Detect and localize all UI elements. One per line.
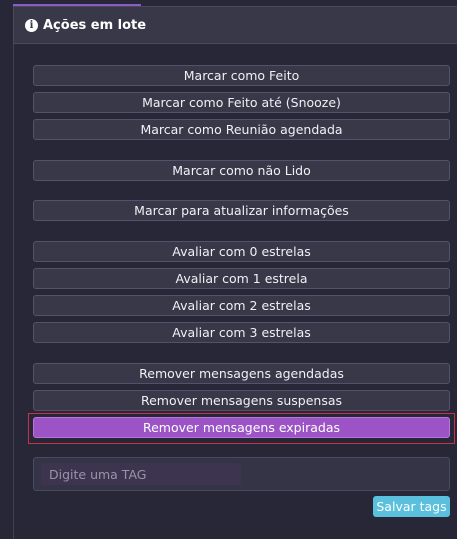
info-icon: i — [25, 18, 38, 32]
tag-input[interactable] — [41, 463, 241, 485]
mark-update-info-button[interactable]: Marcar para atualizar informações — [33, 200, 450, 221]
remove-scheduled-messages-button[interactable]: Remover mensagens agendadas — [33, 363, 450, 384]
panel-header: i Ações em lote — [13, 6, 457, 44]
rate-1-star-button[interactable]: Avaliar com 1 estrela — [33, 268, 450, 289]
rate-3-stars-button[interactable]: Avaliar com 3 estrelas — [33, 322, 450, 343]
mark-unread-button[interactable]: Marcar como não Lido — [33, 160, 450, 181]
remove-suspended-messages-button[interactable]: Remover mensagens suspensas — [33, 390, 450, 411]
tag-input-container — [33, 457, 450, 491]
mark-meeting-scheduled-button[interactable]: Marcar como Reunião agendada — [33, 119, 450, 140]
rate-2-stars-button[interactable]: Avaliar com 2 estrelas — [33, 295, 450, 316]
remove-expired-messages-button[interactable]: Remover mensagens expiradas — [33, 417, 450, 438]
save-tags-button[interactable]: Salvar tags — [373, 496, 450, 517]
mark-done-button[interactable]: Marcar como Feito — [33, 65, 450, 86]
rate-0-stars-button[interactable]: Avaliar com 0 estrelas — [33, 241, 450, 262]
panel-title: Ações em lote — [43, 17, 147, 33]
mark-done-until-snooze-button[interactable]: Marcar como Feito até (Snooze) — [33, 92, 450, 113]
